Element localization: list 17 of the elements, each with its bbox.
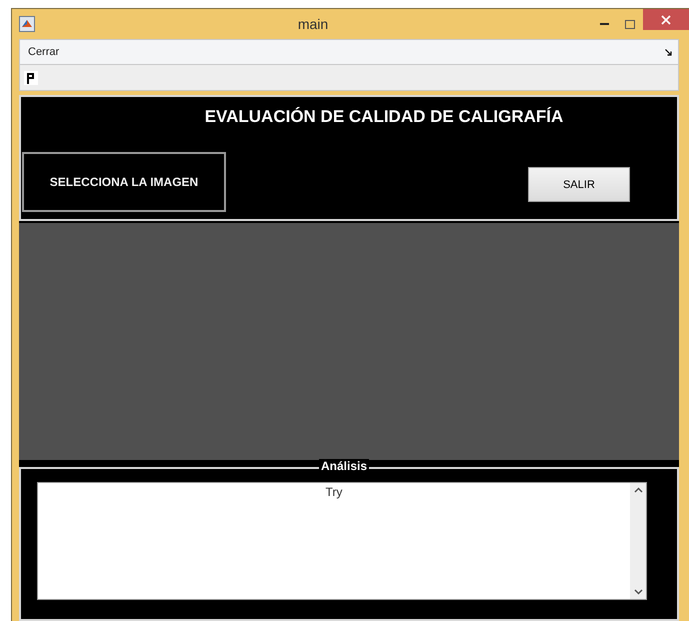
select-image-button[interactable]: SELECCIONA LA IMAGEN	[22, 152, 226, 212]
flag-icon[interactable]	[24, 70, 38, 84]
exit-button[interactable]: SALIR	[528, 167, 630, 202]
app-icon	[19, 16, 35, 32]
panel-title: Análisis	[319, 459, 370, 473]
app-heading: EVALUACIÓN DE CALIDAD DE CALIGRAFÍA	[204, 106, 564, 127]
dock-arrow-icon[interactable]	[665, 48, 672, 56]
analysis-text-box[interactable]: Try	[37, 482, 647, 600]
scroll-up-icon[interactable]	[634, 487, 642, 493]
maximize-icon	[625, 20, 635, 28]
close-button[interactable]	[643, 9, 689, 30]
scrollbar[interactable]	[630, 483, 646, 599]
window-title: main	[296, 16, 330, 32]
close-icon	[661, 14, 671, 24]
scroll-down-icon[interactable]	[634, 589, 642, 595]
menu-item[interactable]: Cerrar	[26, 44, 62, 60]
minimize-icon	[600, 22, 608, 26]
